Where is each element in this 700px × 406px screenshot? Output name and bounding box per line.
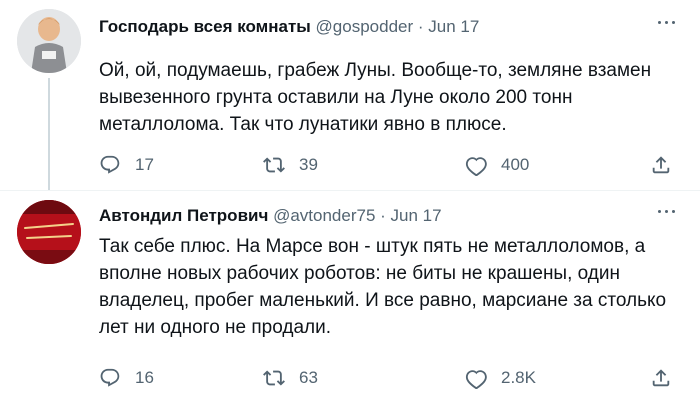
reply-button[interactable]: 16	[99, 365, 154, 391]
tweet-header: Господарь всея комнаты @gospodder · Jun …	[99, 17, 479, 37]
share-button[interactable]	[650, 152, 672, 178]
tweet-text: Ой, ой, подумаешь, грабеж Луны. Вообще-т…	[99, 60, 652, 135]
tweet-date[interactable]: Jun 17	[428, 17, 479, 36]
separator: ·	[417, 17, 424, 36]
reply-button[interactable]: 17	[99, 152, 154, 178]
more-icon[interactable]	[656, 18, 676, 28]
avatar-photo	[17, 9, 81, 73]
tweet-date[interactable]: Jun 17	[391, 206, 442, 225]
avatar[interactable]	[17, 9, 81, 73]
reply-icon	[100, 155, 120, 174]
like-count: 400	[501, 155, 530, 174]
more-icon[interactable]	[656, 207, 676, 217]
avatar-photo	[17, 200, 81, 264]
author-name[interactable]: Автондил Петрович	[99, 206, 268, 225]
share-button[interactable]	[650, 365, 672, 391]
author-handle[interactable]: @avtonder75	[273, 206, 375, 225]
retweet-icon	[263, 370, 285, 386]
tweet-actions: 17 39 400	[99, 152, 684, 178]
like-count: 2.8K	[501, 368, 536, 387]
tweet-text: Так себе плюс. На Марсе вон - штук пять …	[99, 236, 667, 338]
tweet-actions: 16 63 2.8K	[99, 365, 684, 391]
tweet[interactable]: Автондил Петрович @avtonder75 · Jun 17 Т…	[0, 190, 700, 406]
author-name[interactable]: Господарь всея комнаты	[99, 17, 311, 36]
retweet-count: 63	[299, 368, 318, 387]
like-button[interactable]: 400	[465, 152, 529, 178]
share-icon	[652, 156, 670, 174]
share-icon	[652, 369, 670, 387]
like-button[interactable]: 2.8K	[465, 365, 536, 391]
tweet-header: Автондил Петрович @avtonder75 · Jun 17	[99, 206, 442, 226]
separator: ·	[380, 206, 386, 225]
retweet-count: 39	[299, 155, 318, 174]
like-icon	[465, 157, 487, 176]
tweet[interactable]: Господарь всея комнаты @gospodder · Jun …	[0, 0, 700, 190]
retweet-button[interactable]: 39	[263, 152, 318, 178]
retweet-icon	[263, 157, 285, 173]
like-icon	[465, 370, 487, 389]
retweet-button[interactable]: 63	[263, 365, 318, 391]
thread-line	[48, 78, 50, 190]
reply-icon	[100, 368, 120, 387]
reply-count: 17	[135, 155, 154, 174]
author-handle[interactable]: @gospodder	[316, 17, 414, 36]
avatar[interactable]	[17, 200, 81, 264]
reply-count: 16	[135, 368, 154, 387]
